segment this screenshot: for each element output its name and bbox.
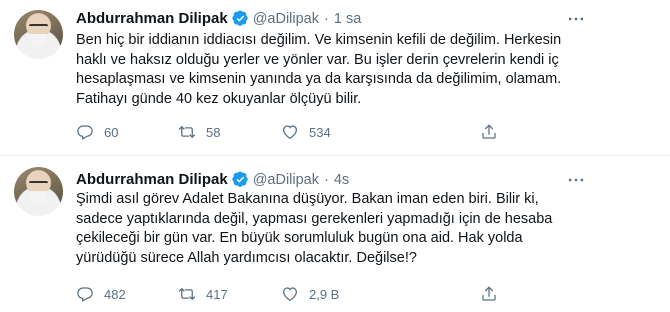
share-icon [482,286,496,301]
share-icon [482,124,496,139]
tweet-text: Ben hiç bir iddianın iddiacısı değilim. … [76,32,562,107]
reply-button[interactable]: 482 [76,285,126,303]
author-handle[interactable]: @aDilipak [253,172,319,188]
separator-dot: · [324,10,329,27]
verified-badge-icon [232,10,249,27]
share-button[interactable] [480,285,498,303]
tweet-text: Şimdi asıl görev Adalet Bakanına düşüyor… [76,191,553,266]
avatar[interactable] [14,167,63,216]
reply-count: 482 [104,286,126,302]
more-dots-icon[interactable] [566,170,586,190]
share-button[interactable] [480,123,498,141]
like-count: 2,9 B [309,286,340,302]
reply-count: 60 [104,124,119,140]
like-button[interactable]: 2,9 B [281,285,339,303]
like-count: 534 [309,124,331,140]
separator-dot: · [324,171,329,188]
retweet-button[interactable]: 417 [178,285,228,303]
retweet-count: 58 [206,124,221,140]
retweet-count: 417 [206,286,228,302]
retweet-button[interactable]: 58 [178,123,220,141]
tweet[interactable]: Abdurrahman Dilipak @aDilipak · 4s Şimdi… [0,155,670,312]
reply-button[interactable]: 60 [76,123,118,141]
retweet-icon [178,126,196,138]
reply-icon [77,287,93,302]
timestamp[interactable]: 1 sa [334,11,361,27]
timestamp[interactable]: 4s [334,172,349,188]
tweet-actions: 60 58 534 [76,123,506,143]
tweet[interactable]: Abdurrahman Dilipak @aDilipak · 1 sa Ben… [0,0,670,155]
tweet-actions: 482 417 2,9 B [76,285,506,305]
author-name[interactable]: Abdurrahman Dilipak [76,10,228,27]
author-handle[interactable]: @aDilipak [253,11,319,27]
avatar[interactable] [14,10,63,59]
author-name[interactable]: Abdurrahman Dilipak [76,171,228,188]
reply-icon [77,125,93,140]
tweet-header: Abdurrahman Dilipak @aDilipak · 1 sa [76,10,361,27]
heart-icon [282,125,298,140]
heart-icon [282,287,298,302]
tweet-header: Abdurrahman Dilipak @aDilipak · 4s [76,171,349,188]
like-button[interactable]: 534 [281,123,331,141]
verified-badge-icon [232,171,249,188]
more-dots-icon[interactable] [566,9,586,29]
retweet-icon [178,288,196,300]
